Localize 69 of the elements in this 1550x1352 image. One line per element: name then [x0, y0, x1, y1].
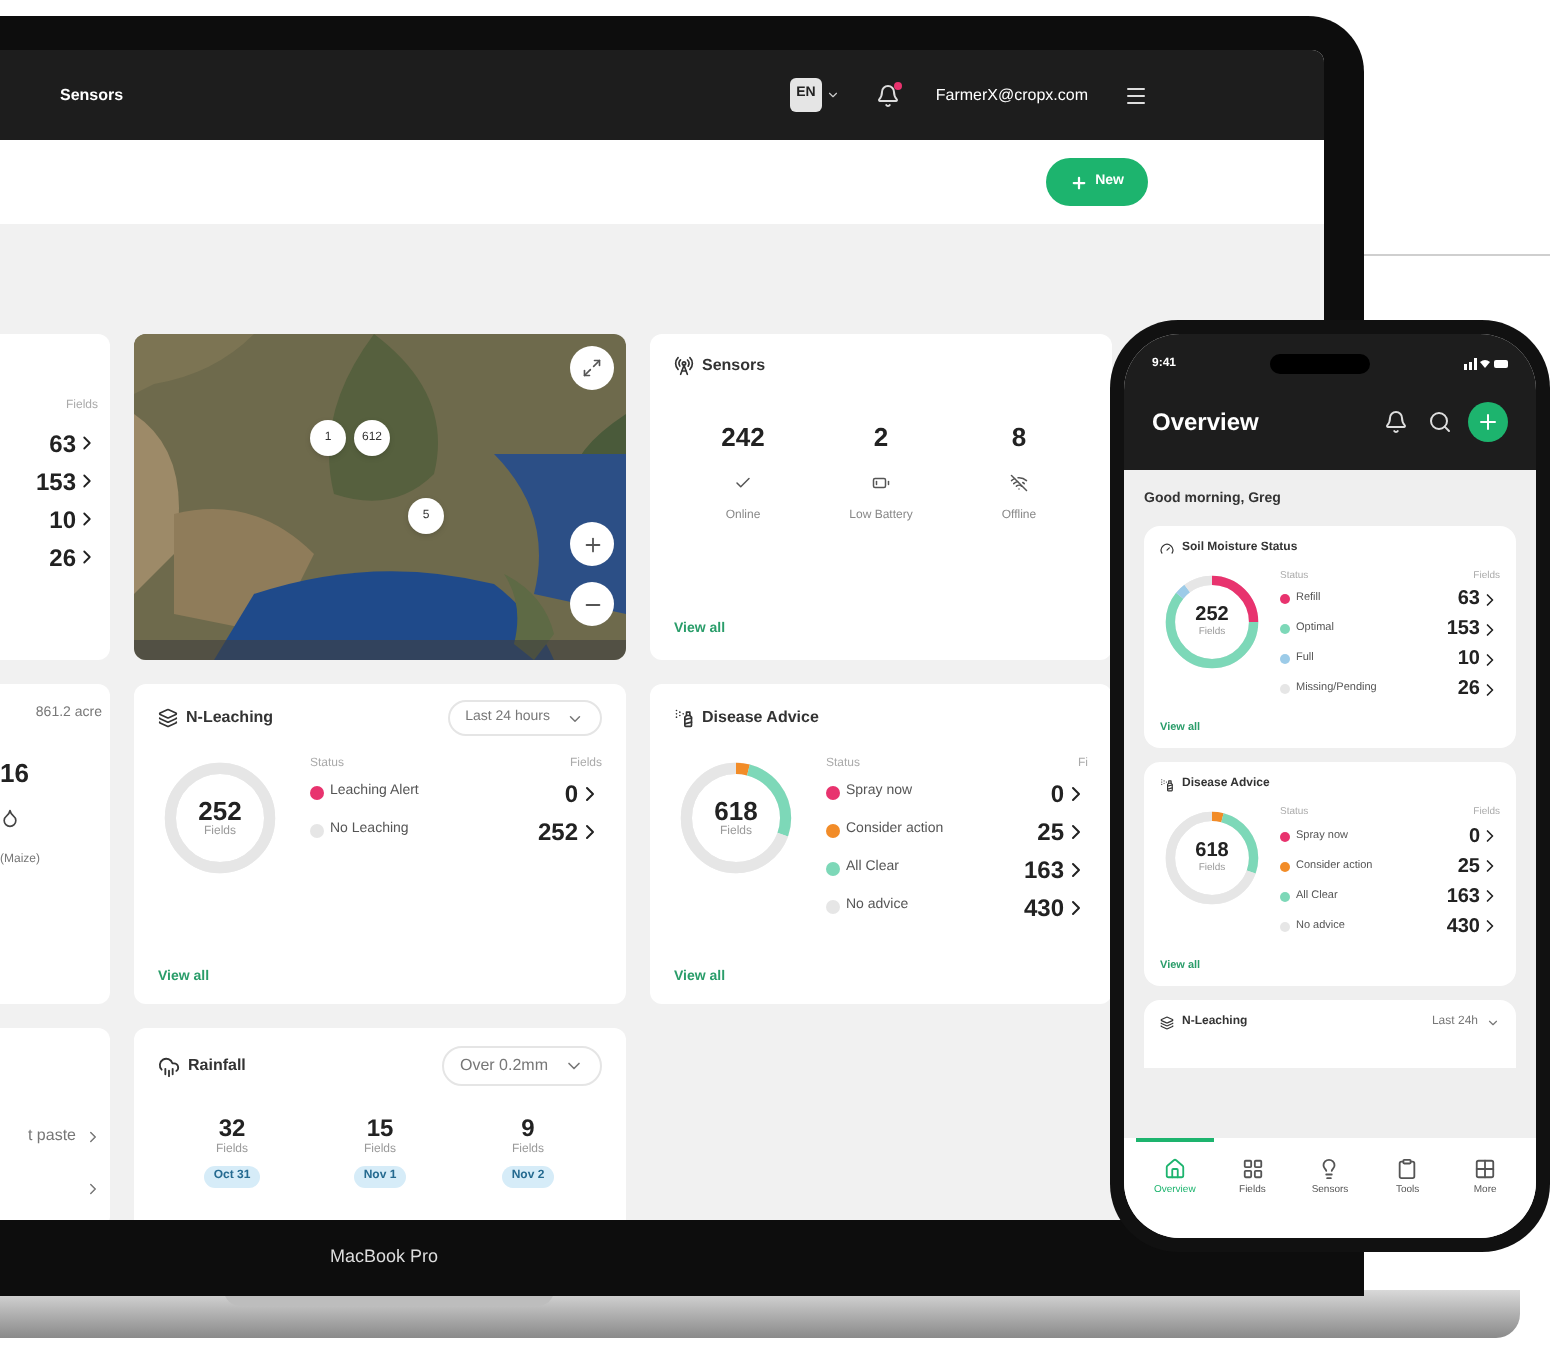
search-icon[interactable] [1428, 410, 1452, 434]
bell-icon [875, 83, 900, 107]
count-link[interactable]: 153 [1446, 614, 1500, 644]
count-link[interactable]: 0 [564, 775, 602, 811]
add-button[interactable] [1468, 402, 1508, 442]
chevron-right-icon [84, 1127, 102, 1145]
radio-tower-icon [674, 356, 694, 376]
layers-icon [1160, 1016, 1174, 1030]
rain-count: 9 [521, 1116, 535, 1140]
menu-icon[interactable] [1124, 83, 1148, 107]
rain-count: 32 [218, 1116, 246, 1140]
donut-total: 618 [1195, 842, 1229, 863]
rain-count: 15 [366, 1116, 394, 1140]
card-title: Sensors [702, 354, 766, 378]
donut-total: 618 [714, 798, 758, 824]
notifications-button[interactable] [875, 83, 900, 107]
bell-icon[interactable] [1384, 410, 1408, 434]
battery-low-icon [872, 473, 890, 491]
count-link[interactable]: 63 [1457, 584, 1500, 614]
screen-title: Overview [1152, 406, 1259, 440]
grid-icon [1474, 1158, 1497, 1180]
sensor-count: 2 [873, 420, 889, 456]
card-title: N-Leaching [186, 706, 274, 730]
droplet-icon [0, 808, 20, 828]
laptop-label: MacBook Pro [330, 1244, 439, 1271]
count-link[interactable]: 163 [1023, 851, 1088, 887]
sensor-count: 8 [1011, 420, 1027, 456]
count-link[interactable]: 25 [1037, 813, 1088, 849]
count-link[interactable]: 63 [49, 424, 98, 462]
chevron-down-icon [1486, 1016, 1500, 1030]
count-link[interactable]: 26 [49, 538, 98, 576]
count-link[interactable]: 10 [49, 500, 98, 538]
card-title: Rainfall [188, 1054, 246, 1078]
plus-icon [581, 533, 603, 555]
count-link[interactable]: 10 [1457, 644, 1500, 674]
clipboard-icon [1396, 1158, 1419, 1180]
nav-item[interactable]: Sensors [60, 83, 124, 107]
rain-cloud-icon [158, 1055, 180, 1077]
lightbulb-icon [1318, 1158, 1341, 1180]
grid-icon [1241, 1158, 1264, 1180]
status-icons [1463, 358, 1508, 370]
count-link[interactable]: 252 [537, 813, 602, 849]
period-dropdown[interactable]: Over 0.2mm [441, 1046, 602, 1086]
field-count: 16 [0, 755, 31, 791]
plus-icon [1069, 173, 1088, 191]
count-link[interactable]: 0 [1468, 821, 1500, 852]
count-link[interactable]: 0 [1050, 775, 1088, 811]
gauge-icon [1160, 541, 1174, 555]
count-link[interactable]: 26 [1457, 674, 1500, 704]
expand-icon [582, 358, 602, 378]
card-title: Disease Advice [702, 706, 819, 730]
plus-icon [1476, 410, 1500, 434]
chevron-down-icon [825, 88, 840, 102]
count-link[interactable]: 25 [1457, 851, 1500, 882]
layers-icon [158, 708, 178, 728]
list-link[interactable]: t paste [27, 1124, 102, 1148]
wifi-off-icon [1010, 473, 1028, 491]
home-icon [1163, 1158, 1186, 1180]
chevron-right-icon[interactable] [84, 1180, 102, 1198]
user-menu[interactable]: FarmerX@cropx.com [935, 83, 1088, 107]
count-link[interactable]: 153 [35, 462, 98, 500]
count-link[interactable]: 163 [1446, 881, 1500, 912]
sensor-count: 242 [721, 420, 765, 456]
count-link[interactable]: 430 [1446, 911, 1500, 942]
camera-notch [1270, 354, 1370, 374]
donut-total: 252 [1195, 605, 1229, 625]
count-link[interactable]: 430 [1023, 889, 1088, 925]
check-icon [734, 473, 752, 491]
donut-total: 252 [198, 798, 242, 824]
